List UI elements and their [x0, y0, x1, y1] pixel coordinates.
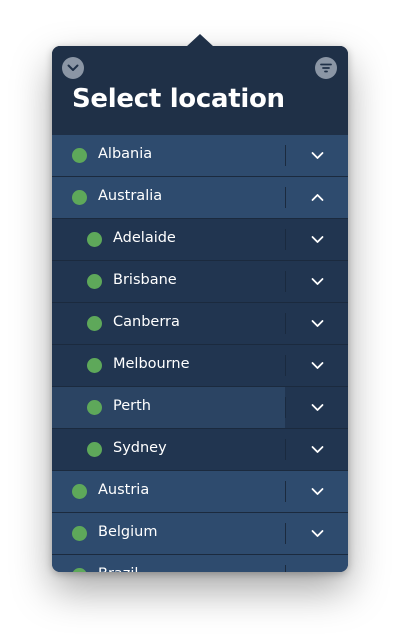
expand-toggle-button[interactable]: [286, 135, 348, 176]
collapse-toggle-button[interactable]: [286, 177, 348, 218]
chevron-down-icon: [311, 320, 323, 327]
status-dot: [72, 148, 87, 163]
chevron-down-icon: [311, 278, 323, 285]
location-select-area[interactable]: Brisbane: [52, 261, 285, 302]
location-select-area[interactable]: Austria: [52, 471, 285, 512]
chevron-down-icon: [311, 530, 323, 537]
chevron-down-icon: [311, 152, 323, 159]
city-row[interactable]: Sydney: [52, 429, 348, 471]
location-label: Brazil: [98, 566, 138, 572]
expand-toggle-button[interactable]: [286, 345, 348, 386]
location-label: Belgium: [98, 524, 158, 540]
city-row[interactable]: Adelaide: [52, 219, 348, 261]
expand-toggle-button[interactable]: [286, 471, 348, 512]
status-dot: [72, 526, 87, 541]
chevron-down-icon: [311, 362, 323, 369]
location-label: Adelaide: [113, 230, 176, 246]
location-select-area[interactable]: Adelaide: [52, 219, 285, 260]
location-label: Australia: [98, 188, 163, 204]
status-dot: [87, 358, 102, 373]
expand-toggle-button[interactable]: [286, 219, 348, 260]
chevron-down-icon: [311, 571, 324, 572]
expand-toggle-button[interactable]: [286, 429, 348, 470]
collapse-button[interactable]: [62, 57, 84, 79]
country-row[interactable]: Albania: [52, 135, 348, 177]
location-list[interactable]: Albania Australia Adelaide Brisbane Canberra…: [52, 135, 348, 572]
expand-toggle-button[interactable]: [286, 513, 348, 554]
location-select-area[interactable]: Belgium: [52, 513, 285, 554]
city-row[interactable]: Melbourne: [52, 345, 348, 387]
location-label: Melbourne: [113, 356, 190, 372]
status-dot: [72, 568, 87, 572]
location-popup: Select location Albania Australia Adelaide…: [52, 46, 348, 572]
location-label: Canberra: [113, 314, 180, 330]
filter-icon: [320, 63, 332, 73]
expand-toggle-button[interactable]: [286, 261, 348, 302]
location-select-area[interactable]: Sydney: [52, 429, 285, 470]
country-row[interactable]: Austria: [52, 471, 348, 513]
location-label: Perth: [113, 398, 151, 414]
chevron-down-icon: [311, 236, 323, 243]
chevron-down-icon: [311, 446, 323, 453]
location-label: Austria: [98, 482, 150, 498]
country-row[interactable]: Belgium: [52, 513, 348, 555]
status-dot: [72, 190, 87, 205]
location-select-area[interactable]: Canberra: [52, 303, 285, 344]
status-dot: [87, 442, 102, 457]
status-dot: [72, 484, 87, 499]
location-select-area[interactable]: Brazil: [52, 555, 285, 572]
location-select-area[interactable]: Melbourne: [52, 345, 285, 386]
expand-toggle-button[interactable]: [286, 303, 348, 344]
location-label: Sydney: [113, 440, 167, 456]
city-row[interactable]: Perth: [52, 387, 348, 429]
page-title: Select location: [72, 84, 285, 114]
status-dot: [87, 400, 102, 415]
location-select-area[interactable]: Perth: [52, 387, 285, 428]
location-select-area[interactable]: Albania: [52, 135, 285, 176]
chevron-down-icon: [311, 404, 323, 411]
country-row[interactable]: Brazil: [52, 555, 348, 572]
status-dot: [87, 316, 102, 331]
city-row[interactable]: Canberra: [52, 303, 348, 345]
filter-button[interactable]: [315, 57, 337, 79]
expand-toggle-button[interactable]: [286, 387, 348, 428]
location-select-area[interactable]: Australia: [52, 177, 285, 218]
location-label: Albania: [98, 146, 153, 162]
chevron-up-icon: [311, 194, 323, 201]
popup-header: Select location: [52, 46, 348, 135]
status-dot: [87, 274, 102, 289]
chevron-down-icon: [311, 488, 323, 495]
expand-toggle-button[interactable]: [286, 555, 348, 572]
chevron-down-icon: [67, 64, 79, 71]
country-row[interactable]: Australia: [52, 177, 348, 219]
location-label: Brisbane: [113, 272, 177, 288]
city-row[interactable]: Brisbane: [52, 261, 348, 303]
status-dot: [87, 232, 102, 247]
